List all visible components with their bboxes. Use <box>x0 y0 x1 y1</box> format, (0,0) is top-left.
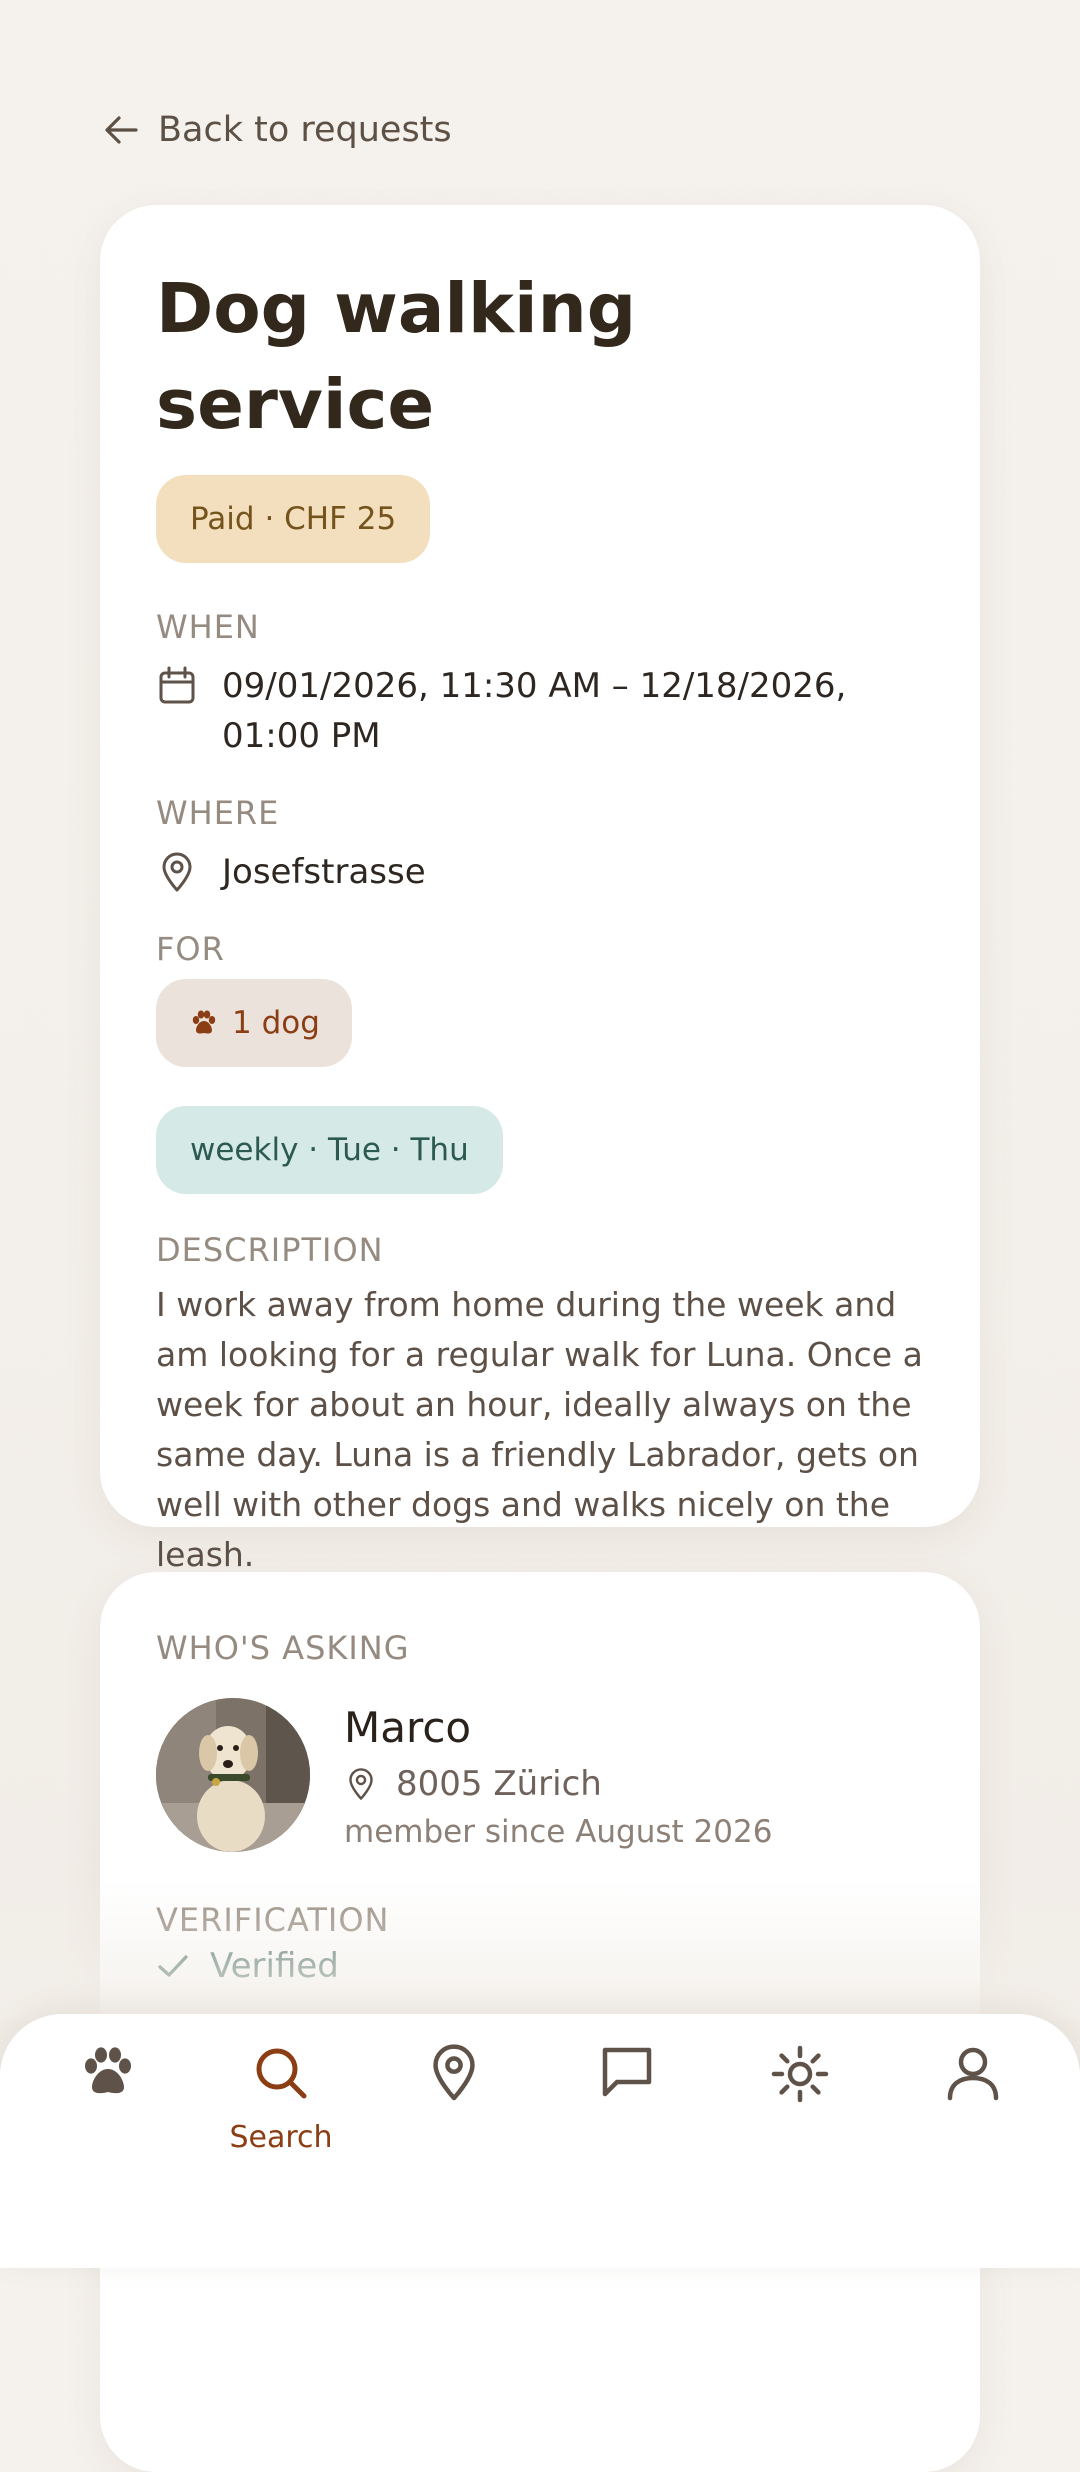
member-since: member since August 2026 <box>344 1814 773 1850</box>
nav-map[interactable] <box>384 2044 524 2102</box>
pet-count-badge: 1 dog <box>156 979 352 1067</box>
paw-icon <box>192 1010 216 1034</box>
paw-icon <box>85 2047 131 2094</box>
where-label: WHERE <box>156 794 280 832</box>
whos-asking-label: WHO'S ASKING <box>156 1629 410 1667</box>
arrow-left-icon <box>105 116 138 144</box>
when-value: 09/01/2026, 11:30 AM – 12/18/2026, 01:00… <box>222 661 846 761</box>
verification-status: Verified <box>156 1946 924 1986</box>
avatar[interactable] <box>156 1698 310 1852</box>
page-title: Dog walking service <box>156 269 637 445</box>
when-row: 09/01/2026, 11:30 AM – 12/18/2026, 01:00… <box>156 661 924 761</box>
nav-search[interactable]: Search <box>211 2044 351 2155</box>
nav-search-label: Search <box>229 2120 333 2155</box>
description-label: DESCRIPTION <box>156 1231 384 1269</box>
verification-status-text: Verified <box>210 1946 339 1986</box>
bottom-navigation: Search <box>0 2014 1080 2268</box>
map-pin-icon <box>162 852 192 892</box>
request-details-card: Dog walking service Paid · CHF 25 WHEN 0… <box>100 205 980 1574</box>
requester-profile[interactable]: Marco 8005 Zürich member since August 20… <box>156 1698 924 1852</box>
description-text: I work away from home during the week an… <box>156 1285 923 1574</box>
sun-icon <box>771 2045 829 2103</box>
calendar-icon <box>159 666 195 704</box>
chat-icon <box>602 2047 652 2097</box>
requester-location: 8005 Zürich <box>344 1764 772 1804</box>
requester-location-text: 8005 Zürich <box>396 1764 602 1804</box>
nav-theme[interactable] <box>730 2044 870 2104</box>
search-icon <box>256 2048 307 2099</box>
when-line-2: 01:00 PM <box>222 716 381 756</box>
dog-photo <box>156 1698 310 1852</box>
checkmark-icon <box>158 1955 188 1977</box>
user-icon <box>947 2047 999 2101</box>
payment-badge: Paid · CHF 25 <box>156 475 431 563</box>
when-label: WHEN <box>156 608 260 646</box>
requester-name: Marco <box>344 1703 472 1752</box>
nav-profile[interactable] <box>903 2044 1043 2102</box>
map-pin-icon <box>349 1768 373 1800</box>
when-line-1: 09/01/2026, 11:30 AM – 12/18/2026, <box>222 666 847 706</box>
requester-info: Marco 8005 Zürich member since August 20… <box>344 1700 772 1850</box>
nav-home[interactable] <box>38 2044 178 2100</box>
pet-count-label: 1 dog <box>232 1005 320 1041</box>
nav-messages[interactable] <box>557 2044 697 2100</box>
for-label: FOR <box>156 930 225 968</box>
where-value: Josefstrasse <box>222 852 426 892</box>
back-to-requests-link[interactable]: Back to requests <box>104 110 452 150</box>
verification-label: VERIFICATION <box>156 1901 390 1939</box>
back-link-label: Back to requests <box>158 110 452 150</box>
map-pin-icon <box>433 2044 475 2101</box>
where-row: Josefstrasse <box>156 847 924 897</box>
recurrence-badge: weekly · Tue · Thu <box>156 1106 503 1194</box>
